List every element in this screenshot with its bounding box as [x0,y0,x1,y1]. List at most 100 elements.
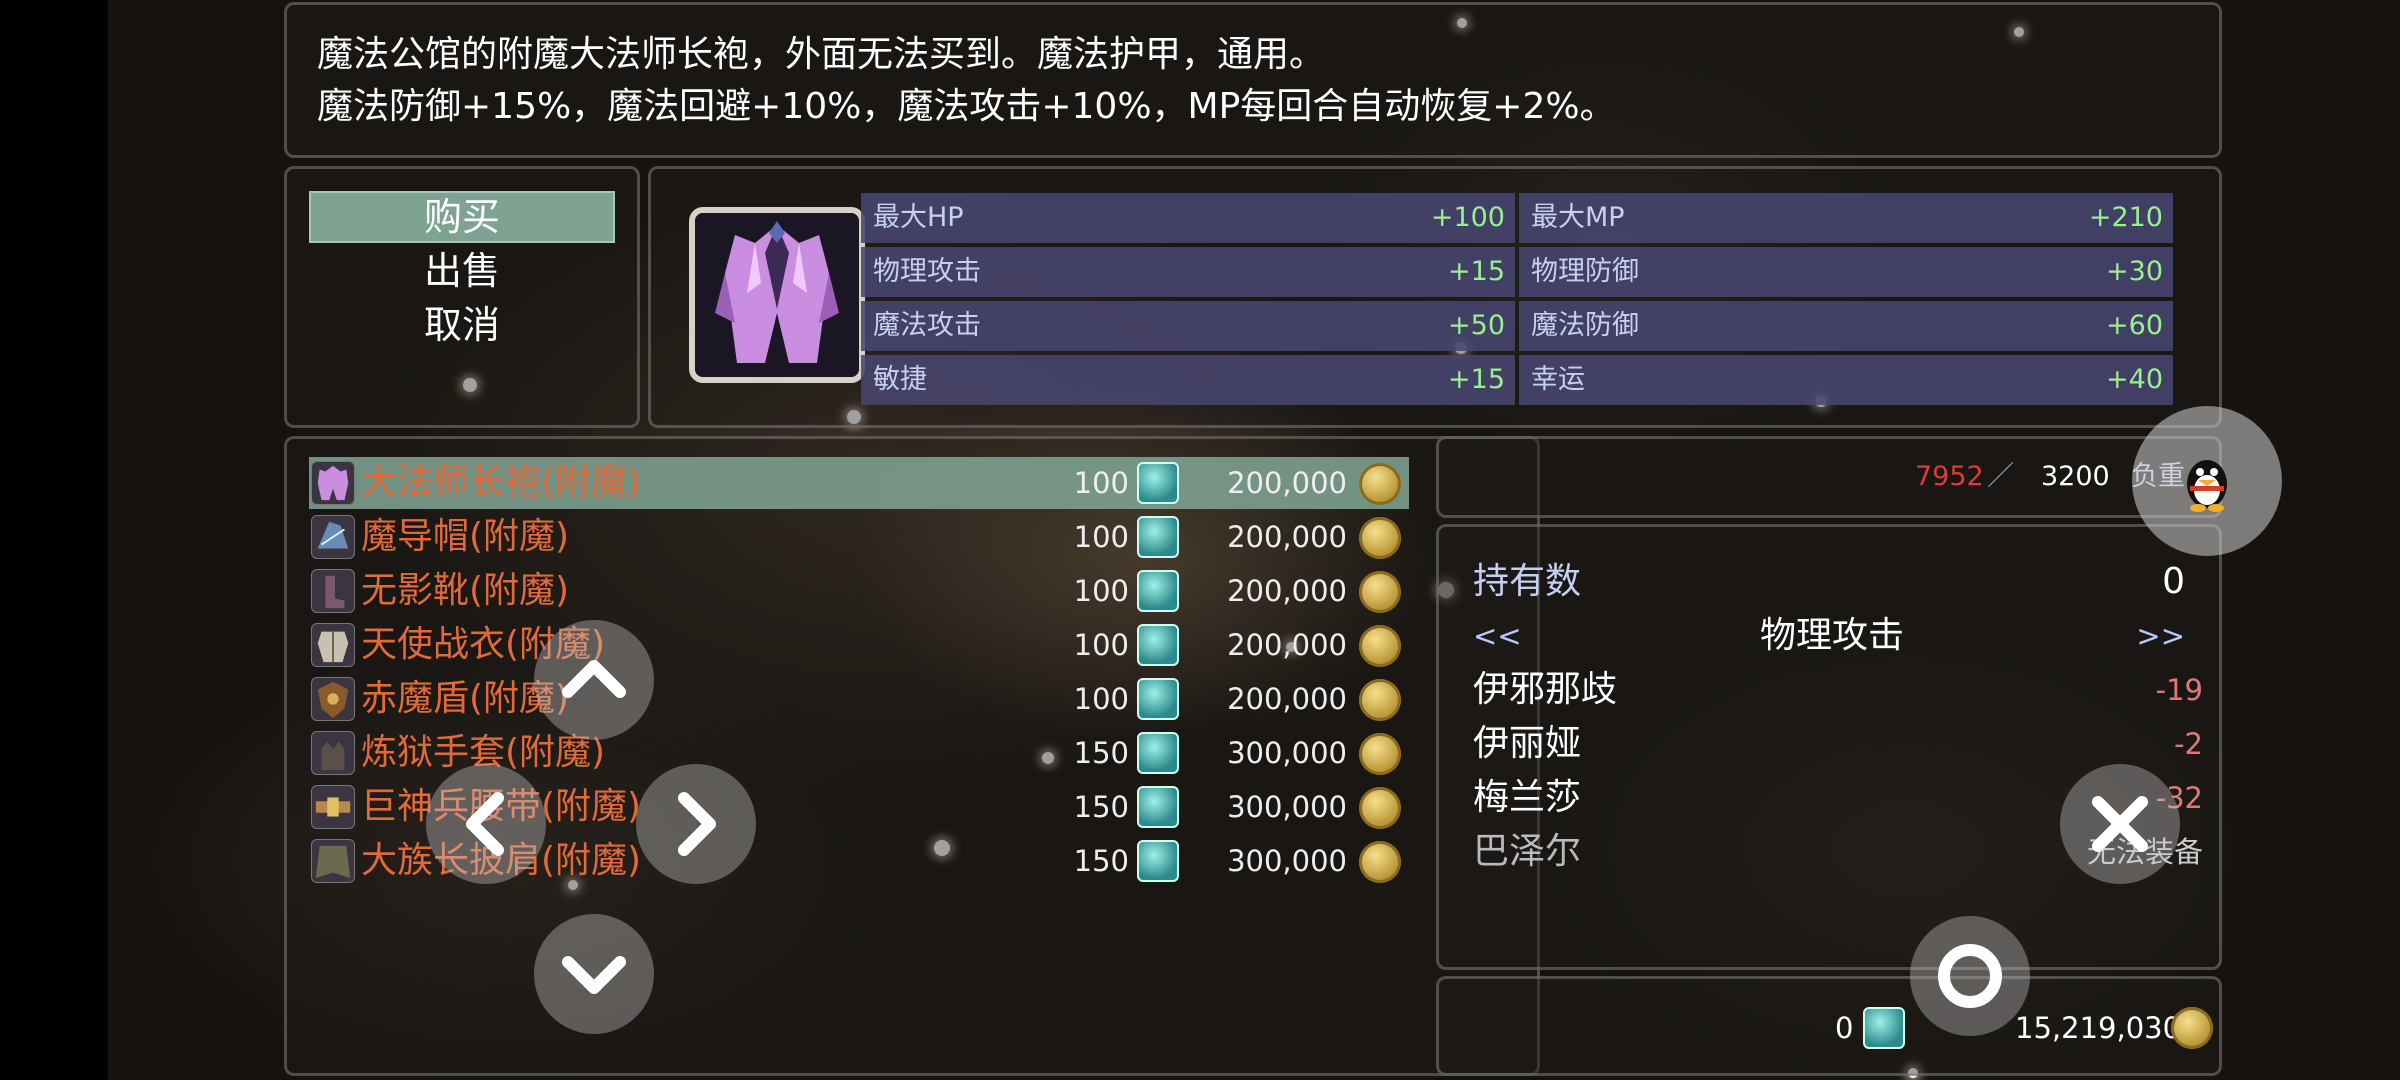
item-gem-cost: 100 [1073,628,1129,662]
weight-separator: ／ [1987,461,2014,492]
character-name: 伊丽娅 [1473,723,1582,764]
item-gem-cost: 150 [1073,790,1129,824]
item-gold-price: 200,000 [1227,682,1347,716]
gem-count: 0 [1835,1011,1854,1045]
boots-icon [325,575,345,609]
item-gem-cost: 100 [1073,520,1129,554]
item-name: 大法师长袍(附魔) [361,462,642,503]
item-thumbnail [311,677,355,721]
character-row[interactable]: 伊邪那歧 -19 [1473,663,2203,717]
confirm-action-button[interactable] [1910,916,2030,1036]
gem-icon [1137,516,1179,558]
stat-label: 最大HP [873,202,964,233]
stat-label: 敏捷 [873,364,927,395]
weight-panel: 7952 ／ 3200 负重 [1436,436,2222,518]
stat-phys-defense: 物理防御 +30 [1519,247,2173,297]
stat-label: 物理攻击 [873,256,981,287]
character-row[interactable]: 伊丽娅 -2 [1473,717,2203,771]
gem-icon [1137,462,1179,504]
shield-icon [317,681,349,719]
game-screen: 魔法公馆的附魔大法师长袍，外面无法买到。魔法护甲，通用。 魔法防御+15%，魔法… [108,0,2400,1080]
command-menu: 购买 出售 取消 [284,166,640,428]
item-gem-cost: 100 [1073,574,1129,608]
character-name: 巴泽尔 [1473,831,1582,872]
item-portrait [689,207,865,383]
item-name: 无影靴(附魔) [361,570,570,611]
shop-item-list: 大法师长袍(附魔) 100 200,000 魔导帽(附魔) 100 200,000 无影靴(… [284,436,1540,1076]
item-thumbnail [311,461,355,505]
item-thumbnail [311,785,355,829]
shop-item-row[interactable]: 魔导帽(附魔) 100 200,000 [309,511,1409,563]
weight-current: 7952 [1915,461,1984,492]
robe-icon [695,213,859,377]
compare-stat-label: 物理攻击 [1759,615,1904,656]
stat-phys-attack: 物理攻击 +15 [861,247,1515,297]
gold-amount: 15,219,030 [2015,1011,2182,1045]
gem-icon [1137,624,1179,666]
item-thumbnail [311,569,355,613]
stat-value: +30 [2106,256,2163,287]
character-name: 伊邪那歧 [1473,669,1618,710]
stat-label: 魔法攻击 [873,310,981,341]
robe-icon [317,465,349,501]
cape-icon [315,845,351,879]
character-diff: -2 [2174,727,2203,761]
cancel-action-button[interactable] [2060,764,2180,884]
next-stat-button[interactable]: >> [2136,609,2185,663]
stat-value: +15 [1448,364,1505,395]
sell-button[interactable]: 出售 [309,245,615,297]
gold-coin-icon [1359,679,1401,721]
description-line-2: 魔法防御+15%，魔法回避+10%，魔法攻击+10%，MP每回合自动恢复+2%。 [317,86,1616,127]
stat-magic-defense: 魔法防御 +60 [1519,301,2173,351]
stat-max-mp: 最大MP +210 [1519,193,2173,243]
owned-label: 持有数 [1473,561,1582,602]
chevron-right-icon [678,792,716,856]
penguin-icon [2187,460,2227,512]
chat-bubble-button[interactable] [2132,406,2282,556]
gold-coin-icon [1359,571,1401,613]
dpad-up-button[interactable] [534,620,654,740]
stat-label: 物理防御 [1531,256,1639,287]
item-thumbnail [311,623,355,667]
chevron-up-icon [562,660,626,698]
stat-label: 幸运 [1531,364,1585,395]
item-thumbnail [311,731,355,775]
gold-coin-icon [1359,733,1401,775]
circle-icon [1938,944,2002,1008]
stat-label: 最大MP [1531,202,1625,233]
close-icon [2092,796,2148,852]
wallet-panel: 0 15,219,030 [1436,976,2222,1076]
item-description: 魔法公馆的附魔大法师长袍，外面无法买到。魔法护甲，通用。 魔法防御+15%，魔法… [317,29,1616,133]
shop-item-row[interactable]: 天使战衣(附魔) 100 200,000 [309,619,1409,671]
gem-icon [1137,786,1179,828]
gold-coin-icon [1359,517,1401,559]
item-gem-cost: 150 [1073,736,1129,770]
item-gold-price: 200,000 [1227,466,1347,500]
item-thumbnail [311,515,355,559]
stat-value: +40 [2106,364,2163,395]
owned-count: 0 [2162,561,2185,602]
stat-luck: 幸运 +40 [1519,355,2173,405]
belt-icon [315,797,351,817]
dpad-right-button[interactable] [636,764,756,884]
stat-value: +100 [1430,202,1505,233]
item-gold-price: 300,000 [1227,790,1347,824]
item-thumbnail [311,839,355,883]
shop-item-row[interactable]: 无影靴(附魔) 100 200,000 [309,565,1409,617]
gold-coin-icon [1359,787,1401,829]
shop-item-row[interactable]: 大法师长袍(附魔) 100 200,000 [309,457,1409,509]
stat-label: 魔法防御 [1531,310,1639,341]
hat-icon [317,521,349,549]
cancel-button[interactable]: 取消 [309,299,615,351]
equip-compare-panel: 持有数 0 << 物理攻击 >> 伊邪那歧 -19 伊丽娅 -2 梅兰莎 -32 巴泽… [1436,524,2222,970]
character-diff: -19 [2155,673,2203,707]
gold-coin-icon [1359,625,1401,667]
dpad-down-button[interactable] [534,914,654,1034]
dpad-left-button[interactable] [426,764,546,884]
item-gold-price: 300,000 [1227,844,1347,878]
weight-max: 3200 [2041,461,2110,492]
buy-button[interactable]: 购买 [309,191,615,243]
shop-item-row[interactable]: 赤魔盾(附魔) 100 200,000 [309,673,1409,725]
gem-icon [1137,678,1179,720]
item-description-panel: 魔法公馆的附魔大法师长袍，外面无法买到。魔法护甲，通用。 魔法防御+15%，魔法… [284,2,2222,158]
